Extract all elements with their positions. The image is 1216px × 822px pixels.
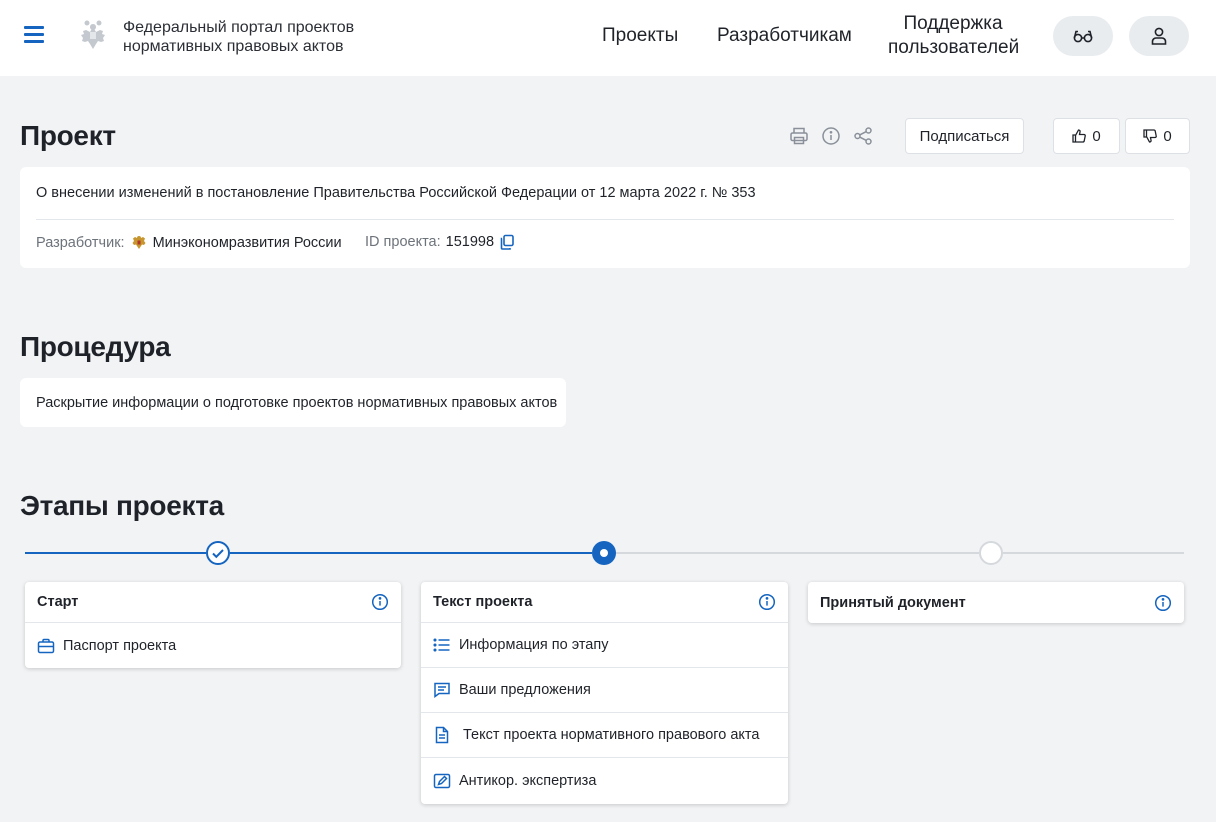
thumbs-up-icon (1072, 129, 1087, 143)
info-icon[interactable] (758, 593, 776, 611)
print-icon[interactable] (789, 126, 809, 146)
project-card: О внесении изменений в постановление Пра… (20, 167, 1190, 268)
stage-header: Текст проекта (421, 582, 788, 623)
stage-link-label: Текст проекта нормативного правового акт… (463, 727, 760, 743)
project-id-info: ID проекта: 151998 (365, 234, 515, 250)
like-count: 0 (1092, 127, 1101, 145)
subscribe-button[interactable]: Подписаться (905, 118, 1024, 154)
info-icon[interactable] (821, 126, 841, 146)
project-heading: Проект (20, 120, 116, 151)
menu-icon[interactable] (24, 26, 44, 44)
timeline-line-pending (1003, 552, 1184, 554)
stage-node-current (592, 541, 616, 565)
accessibility-button[interactable] (1053, 16, 1113, 56)
procedure-text: Раскрытие информации о подготовке проект… (36, 395, 558, 411)
user-button[interactable] (1129, 16, 1189, 56)
stage-link-info[interactable]: Информация по этапу (421, 623, 788, 668)
nav-support[interactable]: Поддержка пользователей (888, 12, 1020, 60)
stage-header: Принятый документ (808, 582, 1184, 623)
user-icon (1151, 27, 1167, 45)
comment-icon (434, 682, 450, 698)
briefcase-icon (37, 638, 55, 653)
stage-link-proposals[interactable]: Ваши предложения (421, 668, 788, 713)
portal-title-line1: Федеральный портал проектов (123, 19, 355, 36)
project-name: О внесении изменений в постановление Пра… (36, 185, 756, 201)
like-button[interactable]: 0 (1053, 118, 1120, 154)
share-icon[interactable] (853, 126, 873, 146)
procedure-heading: Процедура (20, 331, 171, 362)
glasses-icon (1073, 30, 1093, 43)
developer-info: Разработчик: Минэкономразвития России (36, 234, 342, 251)
stage-node-done (206, 541, 230, 565)
document-icon (435, 726, 449, 744)
stage-title: Старт (37, 594, 79, 610)
project-id-value: 151998 (445, 234, 495, 250)
stage-title: Текст проекта (433, 594, 533, 610)
edit-icon (433, 773, 451, 788)
stage-card-text: Текст проекта Информация по этапу Ваши п… (421, 582, 788, 804)
stage-link-act-text[interactable]: Текст проекта нормативного правового акт… (421, 713, 788, 758)
emblem-icon (81, 20, 105, 49)
info-icon[interactable] (371, 593, 389, 611)
divider (36, 219, 1174, 220)
site-header: Федеральный портал проектов нормативных … (0, 0, 1216, 76)
stage-card-accepted: Принятый документ (808, 582, 1184, 623)
nav-support-line1: Поддержка (903, 13, 1003, 34)
stage-title: Принятый документ (820, 594, 966, 611)
timeline-line-done (25, 552, 206, 554)
info-icon[interactable] (1154, 594, 1172, 612)
stage-link-label: Паспорт проекта (63, 637, 177, 654)
stage-link-passport[interactable]: Паспорт проекта (25, 623, 401, 668)
dislike-count: 0 (1163, 127, 1172, 145)
check-icon (212, 549, 224, 559)
stage-link-label: Информация по этапу (459, 637, 609, 653)
developer-label: Разработчик: (36, 234, 125, 251)
timeline-line-done (230, 552, 592, 554)
nav-support-line2: пользователей (888, 37, 1020, 58)
nav-developers[interactable]: Разработчикам (717, 24, 852, 48)
stage-link-anticorruption[interactable]: Антикор. экспертиза (421, 758, 788, 803)
stage-header: Старт (25, 582, 401, 623)
timeline-line-pending (616, 552, 979, 554)
developer-value: Минэкономразвития России (152, 234, 342, 251)
ministry-emblem-icon (132, 236, 146, 249)
dislike-button[interactable]: 0 (1125, 118, 1190, 154)
stage-link-label: Ваши предложения (459, 682, 591, 698)
stages-heading: Этапы проекта (20, 490, 224, 521)
list-icon (433, 638, 450, 652)
portal-title[interactable]: Федеральный портал проектов нормативных … (123, 18, 354, 56)
portal-title-line2: нормативных правовых актов (123, 38, 344, 55)
stage-card-start: Старт Паспорт проекта (25, 582, 401, 668)
procedure-card: Раскрытие информации о подготовке проект… (20, 378, 566, 427)
stage-node-future (979, 541, 1003, 565)
stage-link-label: Антикор. экспертиза (459, 772, 597, 789)
nav-projects[interactable]: Проекты (602, 24, 678, 48)
copy-icon[interactable] (499, 234, 515, 250)
thumbs-down-icon (1143, 129, 1158, 143)
project-id-label: ID проекта: (365, 234, 441, 250)
